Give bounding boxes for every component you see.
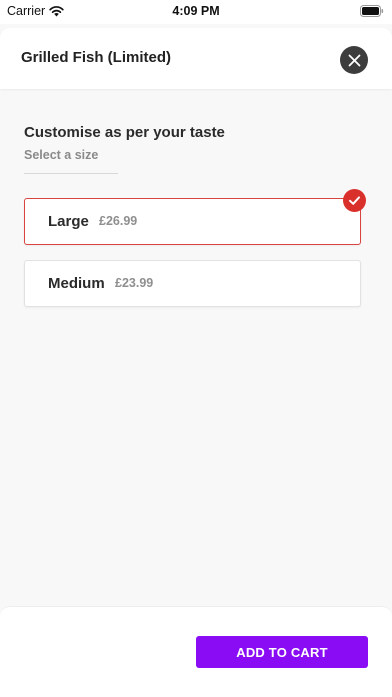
status-bar: Carrier 4:09 PM bbox=[0, 0, 392, 24]
option-name: Large bbox=[48, 213, 89, 230]
page-title: Grilled Fish (Limited) bbox=[21, 49, 172, 66]
footer-bar: ADD TO CART bbox=[0, 606, 392, 697]
size-subtitle: Select a size bbox=[24, 148, 99, 162]
customise-title: Customise as per your taste bbox=[24, 124, 225, 141]
option-name: Medium bbox=[48, 275, 105, 292]
section-divider bbox=[24, 173, 118, 174]
status-time: 4:09 PM bbox=[172, 4, 220, 18]
checkmark-icon bbox=[349, 196, 360, 205]
option-price: £23.99 bbox=[115, 276, 154, 290]
size-option-medium[interactable]: Medium £23.99 bbox=[24, 260, 361, 307]
add-to-cart-button[interactable]: ADD TO CART bbox=[196, 636, 368, 668]
option-price: £26.99 bbox=[99, 214, 138, 228]
modal-header: Grilled Fish (Limited) bbox=[0, 28, 392, 89]
close-button[interactable] bbox=[340, 46, 368, 74]
battery-icon bbox=[360, 5, 384, 17]
selected-check-icon bbox=[343, 189, 366, 212]
close-icon bbox=[348, 54, 360, 66]
size-option-large[interactable]: Large £26.99 bbox=[24, 198, 361, 245]
